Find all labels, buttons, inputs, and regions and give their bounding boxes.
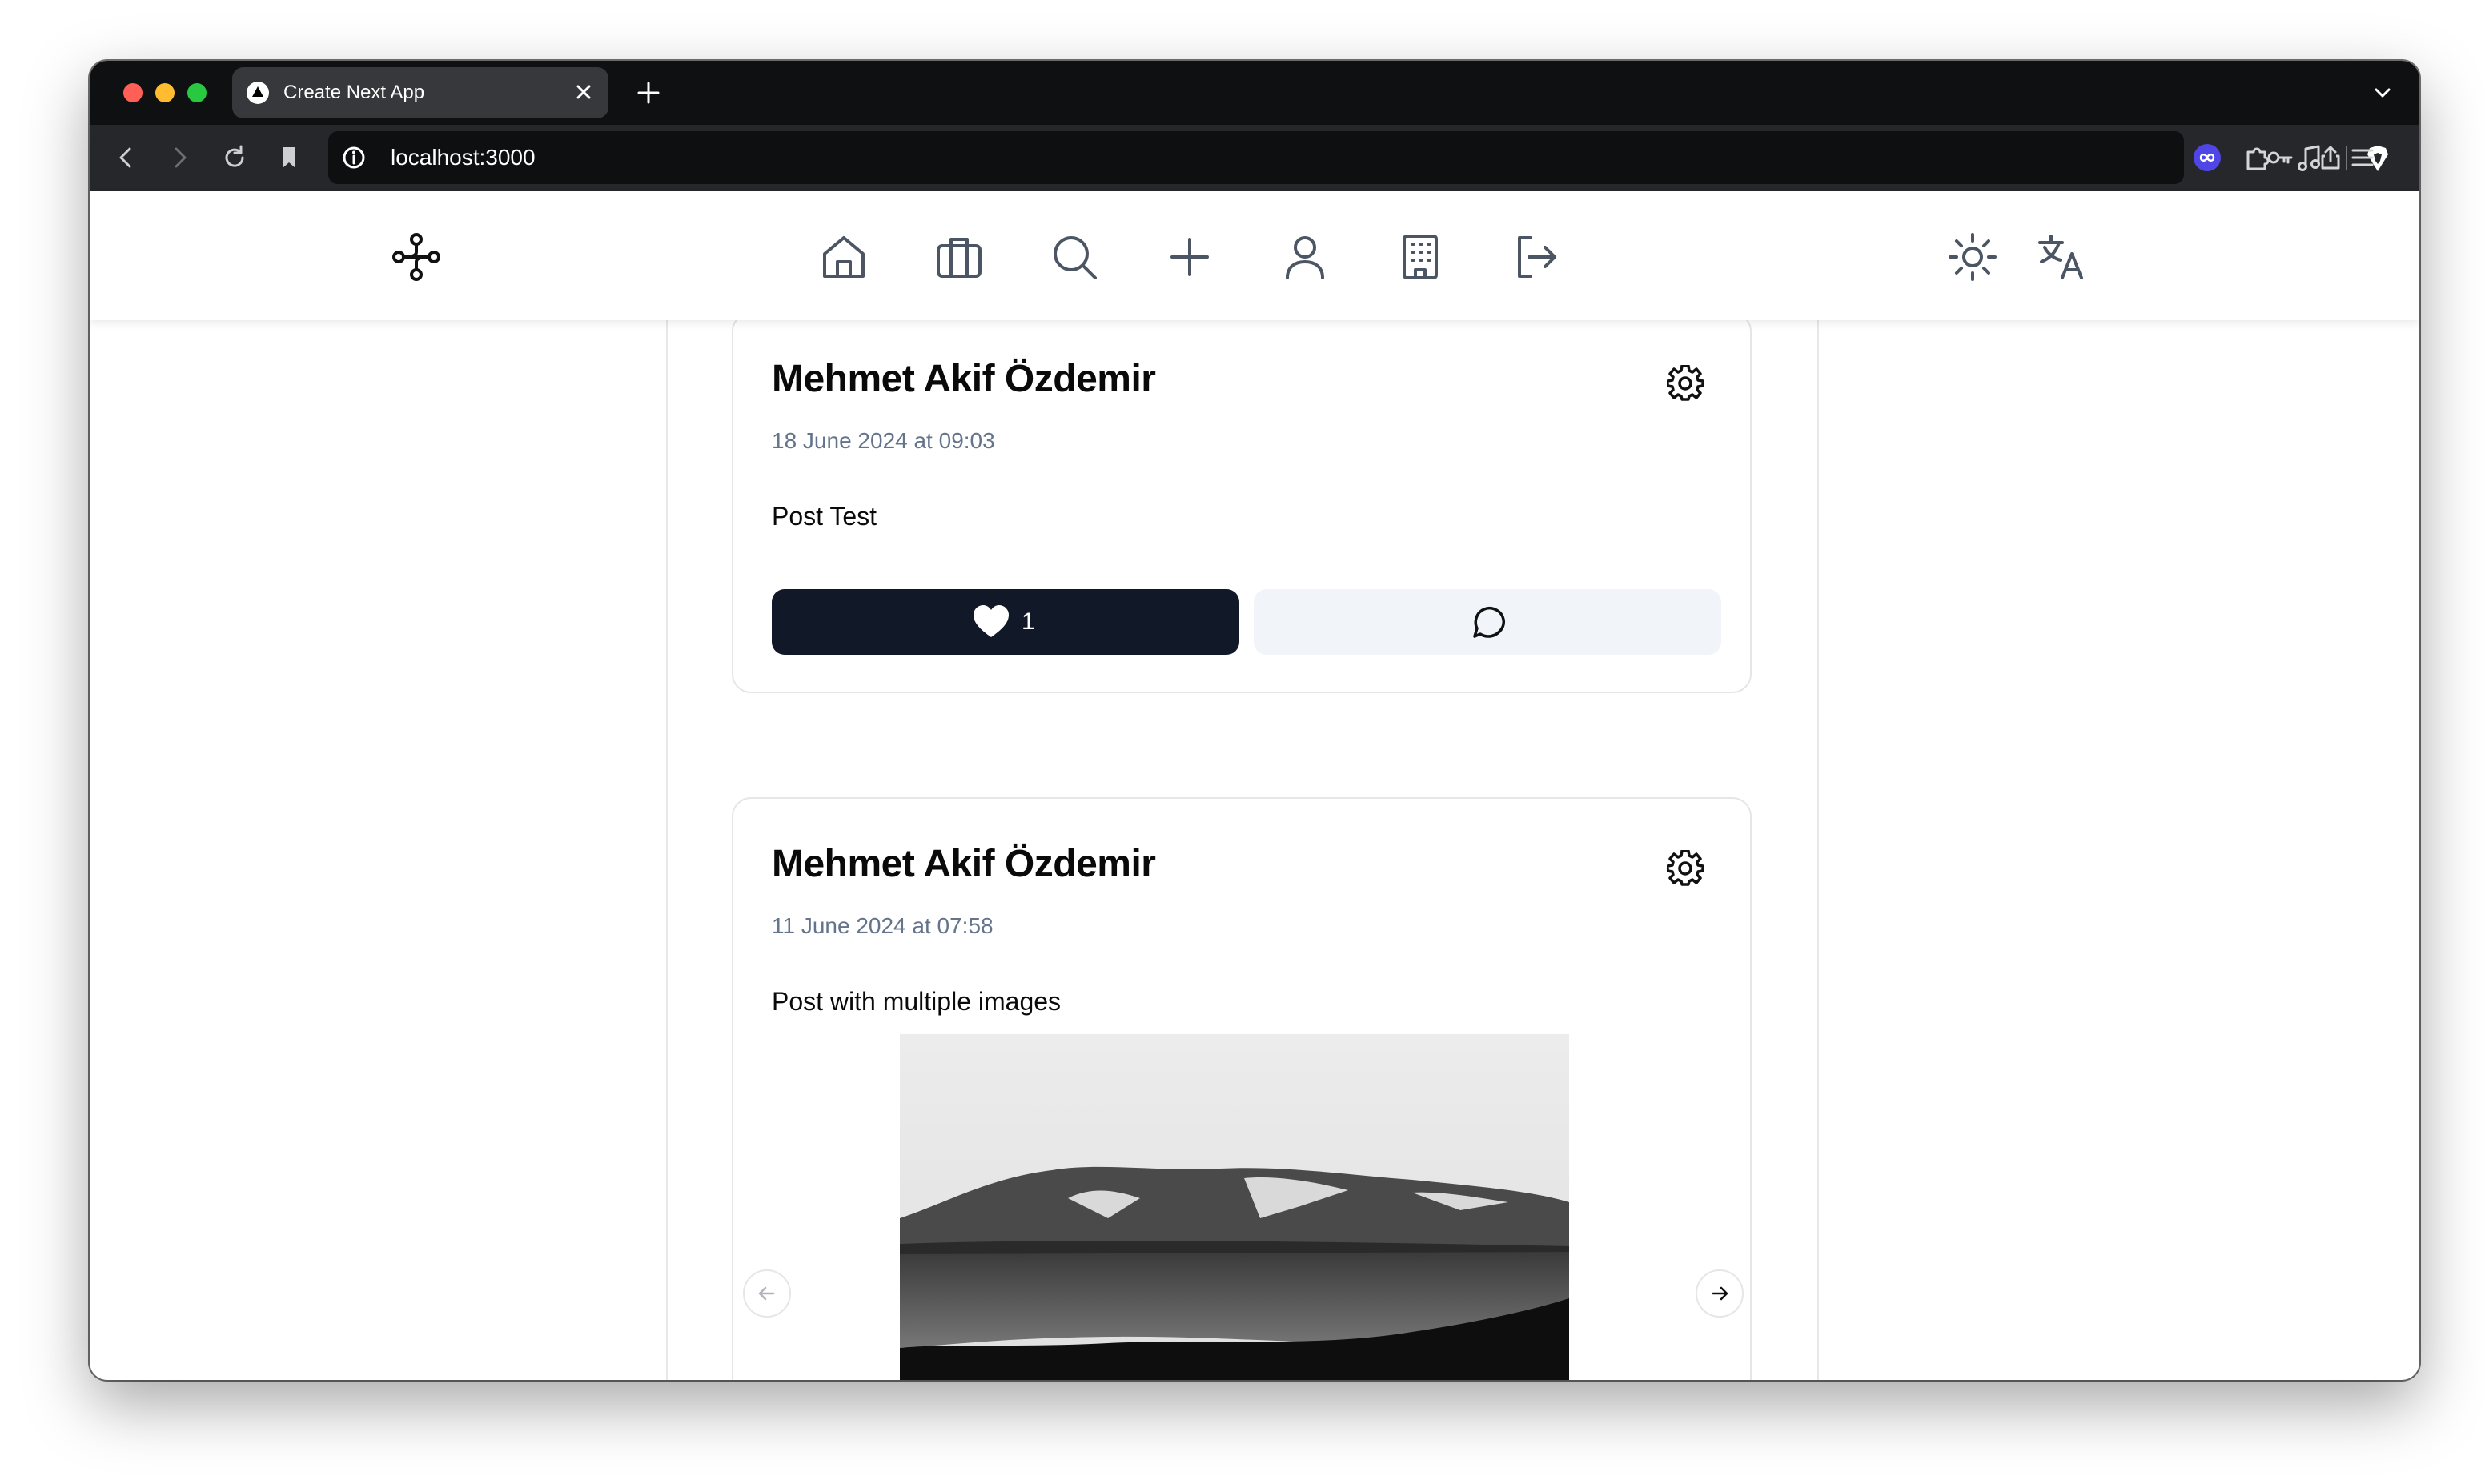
- post-card: Mehmet Akif Özdemir 11 June 2024 at 07:5…: [732, 797, 1752, 1380]
- browser-toolbar: localhost:3000: [90, 125, 2419, 191]
- minimize-window-button[interactable]: [155, 83, 175, 102]
- theme-toggle-sun-icon[interactable]: [1947, 231, 1998, 283]
- media-music-note-icon[interactable]: [2296, 144, 2323, 173]
- reload-icon[interactable]: [221, 144, 248, 171]
- menu-hamburger-icon[interactable]: [2349, 144, 2376, 171]
- extensions-puzzle-icon[interactable]: [2243, 144, 2272, 173]
- post-author[interactable]: Mehmet Akif Özdemir: [772, 842, 1156, 887]
- app-header: [90, 191, 2419, 320]
- tab-strip: Create Next App: [90, 61, 2419, 125]
- tab-list-chevron-down-icon[interactable]: [2371, 82, 2394, 104]
- nav-search-icon[interactable]: [1049, 231, 1100, 283]
- left-column-divider: [666, 320, 668, 1380]
- forward-arrow-icon[interactable]: [167, 144, 194, 171]
- post-author[interactable]: Mehmet Akif Özdemir: [772, 357, 1156, 402]
- maximize-window-button[interactable]: [187, 83, 207, 102]
- back-arrow-icon[interactable]: [112, 144, 139, 171]
- post-text: Post with multiple images: [772, 987, 1062, 1016]
- nav-profile-user-icon[interactable]: [1279, 231, 1331, 283]
- language-translate-icon[interactable]: [2037, 231, 2088, 283]
- carousel-next-button[interactable]: [1696, 1269, 1744, 1318]
- nav-create-post-plus-icon[interactable]: [1164, 231, 1215, 283]
- post-image-landscape[interactable]: [900, 1034, 1569, 1380]
- post-date: 18 June 2024 at 09:03: [772, 428, 995, 453]
- post-settings-gear-icon[interactable]: [1667, 850, 1704, 887]
- extension-infinity-icon[interactable]: [2192, 142, 2222, 173]
- heart-icon: [974, 605, 1009, 637]
- workflow-logo-icon[interactable]: [391, 231, 442, 283]
- browser-window: Create Next App localhost:3000 Mehmet Ak…: [90, 61, 2419, 1380]
- post-card: Mehmet Akif Özdemir 18 June 2024 at 09:0…: [732, 312, 1752, 693]
- browser-tab[interactable]: Create Next App: [232, 67, 608, 118]
- nextjs-favicon-icon: [247, 82, 269, 104]
- tab-title: Create Next App: [283, 82, 425, 103]
- new-tab-plus-icon[interactable]: [634, 78, 663, 107]
- post-settings-gear-icon[interactable]: [1667, 365, 1704, 402]
- site-info-icon[interactable]: [341, 145, 367, 170]
- url-text: localhost:3000: [391, 145, 536, 170]
- right-column-divider: [1817, 320, 1819, 1380]
- comment-button[interactable]: [1254, 589, 1721, 655]
- bookmark-icon[interactable]: [275, 144, 303, 171]
- address-bar[interactable]: localhost:3000: [328, 131, 2388, 184]
- close-window-button[interactable]: [123, 83, 143, 102]
- message-circle-icon: [1473, 607, 1505, 638]
- like-count: 1: [1022, 608, 1035, 635]
- nav-briefcase-icon[interactable]: [933, 231, 985, 283]
- address-bar-separator: [2346, 146, 2347, 170]
- tab-close-icon[interactable]: [575, 83, 592, 101]
- arrow-right-icon: [1712, 1286, 1728, 1301]
- arrow-left-icon: [758, 1286, 775, 1301]
- carousel-prev-button[interactable]: [743, 1269, 791, 1318]
- feed-area[interactable]: Mehmet Akif Özdemir 18 June 2024 at 09:0…: [90, 312, 2419, 1380]
- post-text: Post Test: [772, 502, 877, 531]
- nav-logout-icon[interactable]: [1510, 231, 1561, 283]
- nav-companies-building-icon[interactable]: [1395, 231, 1446, 283]
- like-button[interactable]: 1: [772, 589, 1239, 655]
- nav-home-icon[interactable]: [818, 231, 869, 283]
- post-date: 11 June 2024 at 07:58: [772, 913, 994, 938]
